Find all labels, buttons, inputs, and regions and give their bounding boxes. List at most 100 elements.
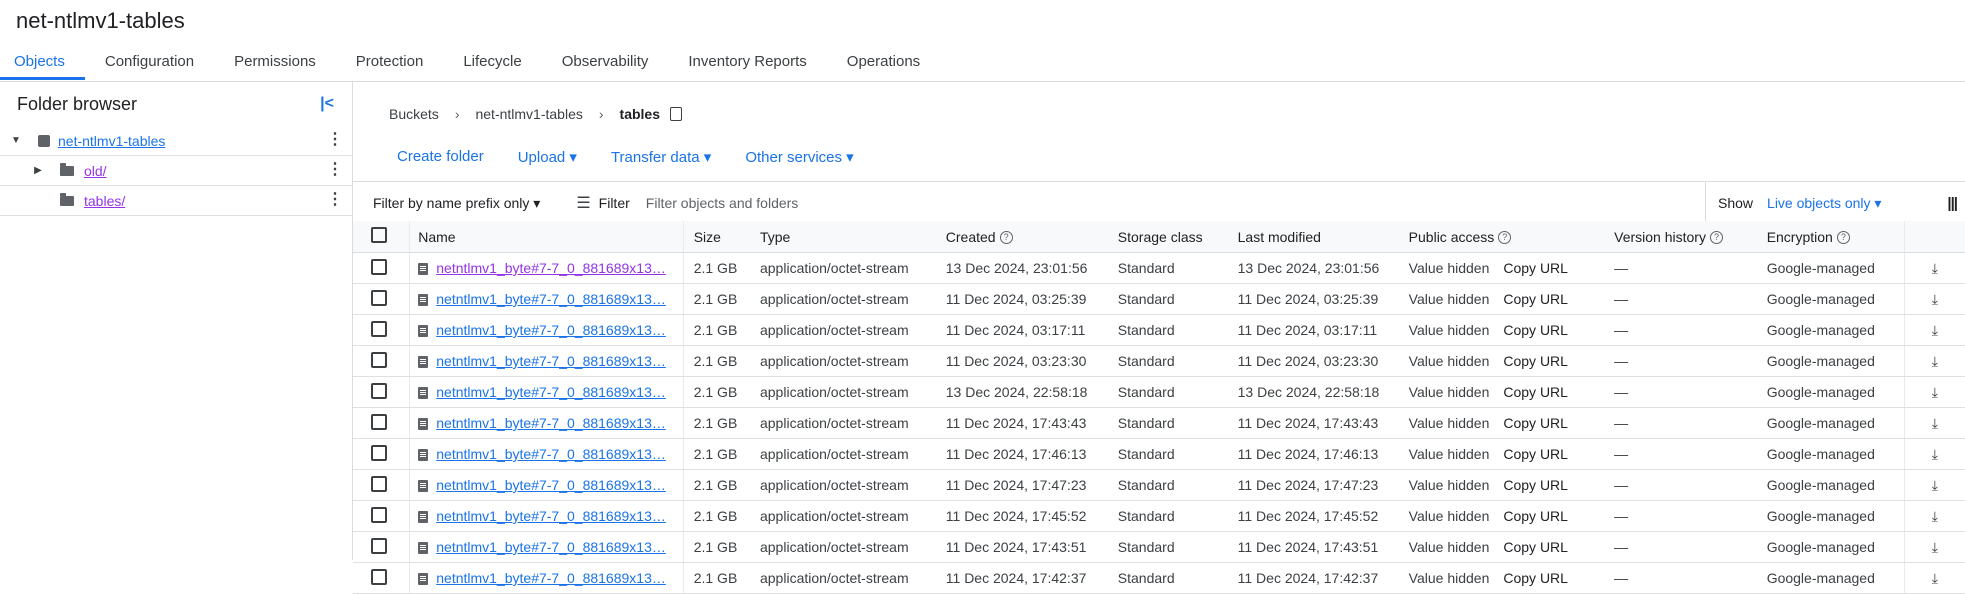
object-name-link[interactable]: netntlmv1_byte#7-7_0_881689x13… bbox=[436, 353, 666, 369]
object-name-link[interactable]: netntlmv1_byte#7-7_0_881689x13… bbox=[436, 291, 666, 307]
object-name-link[interactable]: netntlmv1_byte#7-7_0_881689x13… bbox=[436, 570, 666, 586]
breadcrumb-bucket[interactable]: net-ntlmv1-tables bbox=[475, 106, 582, 122]
object-name-link[interactable]: netntlmv1_byte#7-7_0_881689x13… bbox=[436, 477, 666, 493]
help-icon[interactable]: ? bbox=[1709, 231, 1723, 245]
other-services-button[interactable]: Other services ▾ bbox=[745, 148, 853, 166]
object-name-link[interactable]: netntlmv1_byte#7-7_0_881689x13… bbox=[436, 384, 666, 400]
download-icon[interactable]: ⤓ bbox=[1932, 384, 1938, 400]
row-checkbox[interactable] bbox=[371, 475, 387, 492]
copy-url-button[interactable]: Copy URL bbox=[1503, 446, 1568, 462]
collapse-left-icon[interactable]: |< bbox=[320, 95, 334, 113]
upload-button[interactable]: Upload ▾ bbox=[518, 148, 577, 166]
prefix-filter-dropdown[interactable]: Filter by name prefix only ▾ bbox=[373, 195, 540, 212]
tree-item-tables[interactable]: tables/ ⋮ bbox=[0, 186, 352, 216]
chevron-right-icon[interactable]: ▶ bbox=[32, 165, 44, 176]
table-row[interactable]: netntlmv1_byte#7-7_0_881689x13… 2.1 GB app… bbox=[353, 314, 1965, 346]
table-row[interactable]: netntlmv1_byte#7-7_0_881689x13… 2.1 GB app… bbox=[353, 469, 1965, 501]
tab-objects[interactable]: Objects bbox=[0, 48, 85, 80]
download-icon[interactable]: ⤓ bbox=[1932, 570, 1938, 586]
table-row[interactable]: netntlmv1_byte#7-7_0_881689x13… 2.1 GB app… bbox=[353, 283, 1965, 315]
row-checkbox[interactable] bbox=[371, 351, 387, 368]
more-vert-icon[interactable]: ⋮ bbox=[327, 162, 343, 178]
tab-operations[interactable]: Operations bbox=[827, 48, 940, 80]
table-row[interactable]: netntlmv1_byte#7-7_0_881689x13… 2.1 GB app… bbox=[353, 345, 1965, 377]
table-row[interactable]: netntlmv1_byte#7-7_0_881689x13… 2.1 GB app… bbox=[353, 500, 1965, 532]
download-icon[interactable]: ⤓ bbox=[1932, 446, 1938, 462]
breadcrumb-buckets[interactable]: Buckets bbox=[389, 106, 439, 122]
tree-item-bucket[interactable]: ▼ net-ntlmv1-tables ⋮ bbox=[0, 126, 352, 156]
help-icon[interactable]: ? bbox=[1836, 231, 1850, 245]
header-public-access[interactable]: Public access? bbox=[1407, 221, 1614, 253]
more-vert-icon[interactable]: ⋮ bbox=[327, 192, 343, 208]
tree-item-old[interactable]: ▶ old/ ⋮ bbox=[0, 156, 352, 186]
object-name-link[interactable]: netntlmv1_byte#7-7_0_881689x13… bbox=[436, 539, 666, 555]
download-icon[interactable]: ⤓ bbox=[1932, 353, 1938, 369]
object-name-link[interactable]: netntlmv1_byte#7-7_0_881689x13… bbox=[436, 508, 666, 524]
filter-button[interactable]: ☰ Filter bbox=[576, 193, 629, 213]
live-objects-dropdown[interactable]: Live objects only ▾ bbox=[1767, 195, 1881, 212]
copy-url-button[interactable]: Copy URL bbox=[1503, 570, 1568, 586]
transfer-data-button[interactable]: Transfer data ▾ bbox=[611, 148, 711, 166]
table-row[interactable]: netntlmv1_byte#7-7_0_881689x13… 2.1 GB app… bbox=[353, 562, 1965, 594]
object-name-link[interactable]: netntlmv1_byte#7-7_0_881689x13… bbox=[436, 260, 666, 276]
tab-lifecycle[interactable]: Lifecycle bbox=[443, 48, 541, 80]
column-display-icon[interactable]: ||| bbox=[1947, 195, 1958, 212]
row-checkbox[interactable] bbox=[371, 258, 387, 275]
table-row[interactable]: netntlmv1_byte#7-7_0_881689x13… 2.1 GB app… bbox=[353, 376, 1965, 408]
filter-input[interactable]: Filter objects and folders bbox=[646, 195, 799, 211]
row-checkbox[interactable] bbox=[371, 537, 387, 554]
tab-protection[interactable]: Protection bbox=[336, 48, 444, 80]
header-storage-class[interactable]: Storage class bbox=[1116, 221, 1237, 253]
table-row[interactable]: netntlmv1_byte#7-7_0_881689x13… 2.1 GB app… bbox=[353, 438, 1965, 470]
copy-url-button[interactable]: Copy URL bbox=[1503, 539, 1568, 555]
row-checkbox[interactable] bbox=[371, 413, 387, 430]
more-vert-icon[interactable]: ⋮ bbox=[327, 132, 343, 148]
header-type[interactable]: Type bbox=[758, 221, 945, 253]
tab-inventory-reports[interactable]: Inventory Reports bbox=[668, 48, 826, 80]
object-name-link[interactable]: netntlmv1_byte#7-7_0_881689x13… bbox=[436, 415, 666, 431]
tree-item-label[interactable]: tables/ bbox=[84, 193, 125, 209]
row-checkbox[interactable] bbox=[371, 320, 387, 337]
copy-url-button[interactable]: Copy URL bbox=[1503, 508, 1568, 524]
help-icon[interactable]: ? bbox=[999, 231, 1013, 245]
header-name[interactable]: Name bbox=[409, 221, 684, 253]
tree-item-label[interactable]: net-ntlmv1-tables bbox=[58, 133, 165, 149]
object-name-link[interactable]: netntlmv1_byte#7-7_0_881689x13… bbox=[436, 446, 666, 462]
copy-url-button[interactable]: Copy URL bbox=[1503, 353, 1568, 369]
row-checkbox[interactable] bbox=[371, 568, 387, 585]
tab-permissions[interactable]: Permissions bbox=[214, 48, 336, 80]
copy-icon[interactable] bbox=[670, 107, 683, 121]
row-checkbox[interactable] bbox=[371, 289, 387, 306]
download-icon[interactable]: ⤓ bbox=[1932, 508, 1938, 524]
download-icon[interactable]: ⤓ bbox=[1932, 291, 1938, 307]
table-row[interactable]: netntlmv1_byte#7-7_0_881689x13… 2.1 GB app… bbox=[353, 407, 1965, 439]
download-icon[interactable]: ⤓ bbox=[1932, 322, 1938, 338]
chevron-down-icon[interactable]: ▼ bbox=[10, 135, 22, 146]
header-size[interactable]: Size bbox=[683, 221, 759, 253]
table-row[interactable]: netntlmv1_byte#7-7_0_881689x13… 2.1 GB app… bbox=[353, 531, 1965, 563]
object-name-link[interactable]: netntlmv1_byte#7-7_0_881689x13… bbox=[436, 322, 666, 338]
copy-url-button[interactable]: Copy URL bbox=[1503, 291, 1568, 307]
download-icon[interactable]: ⤓ bbox=[1932, 260, 1938, 276]
download-icon[interactable]: ⤓ bbox=[1932, 415, 1938, 431]
header-encryption[interactable]: Encryption? bbox=[1765, 221, 1905, 253]
tab-observability[interactable]: Observability bbox=[542, 48, 669, 80]
tree-item-label[interactable]: old/ bbox=[84, 163, 107, 179]
copy-url-button[interactable]: Copy URL bbox=[1503, 415, 1568, 431]
table-row[interactable]: netntlmv1_byte#7-7_0_881689x13… 2.1 GB app… bbox=[353, 252, 1965, 284]
help-icon[interactable]: ? bbox=[1498, 231, 1512, 245]
row-checkbox[interactable] bbox=[371, 506, 387, 523]
row-checkbox[interactable] bbox=[371, 444, 387, 461]
header-created[interactable]: Created? bbox=[944, 221, 1117, 253]
copy-url-button[interactable]: Copy URL bbox=[1503, 260, 1568, 276]
select-all-checkbox[interactable] bbox=[371, 227, 387, 243]
tab-configuration[interactable]: Configuration bbox=[85, 48, 214, 80]
row-checkbox[interactable] bbox=[371, 382, 387, 399]
header-last-modified[interactable]: Last modified bbox=[1236, 221, 1408, 253]
copy-url-button[interactable]: Copy URL bbox=[1503, 477, 1568, 493]
download-icon[interactable]: ⤓ bbox=[1932, 477, 1938, 493]
copy-url-button[interactable]: Copy URL bbox=[1503, 384, 1568, 400]
download-icon[interactable]: ⤓ bbox=[1932, 539, 1938, 555]
header-version-history[interactable]: Version history? bbox=[1613, 221, 1766, 253]
create-folder-button[interactable]: Create folder bbox=[397, 148, 484, 166]
